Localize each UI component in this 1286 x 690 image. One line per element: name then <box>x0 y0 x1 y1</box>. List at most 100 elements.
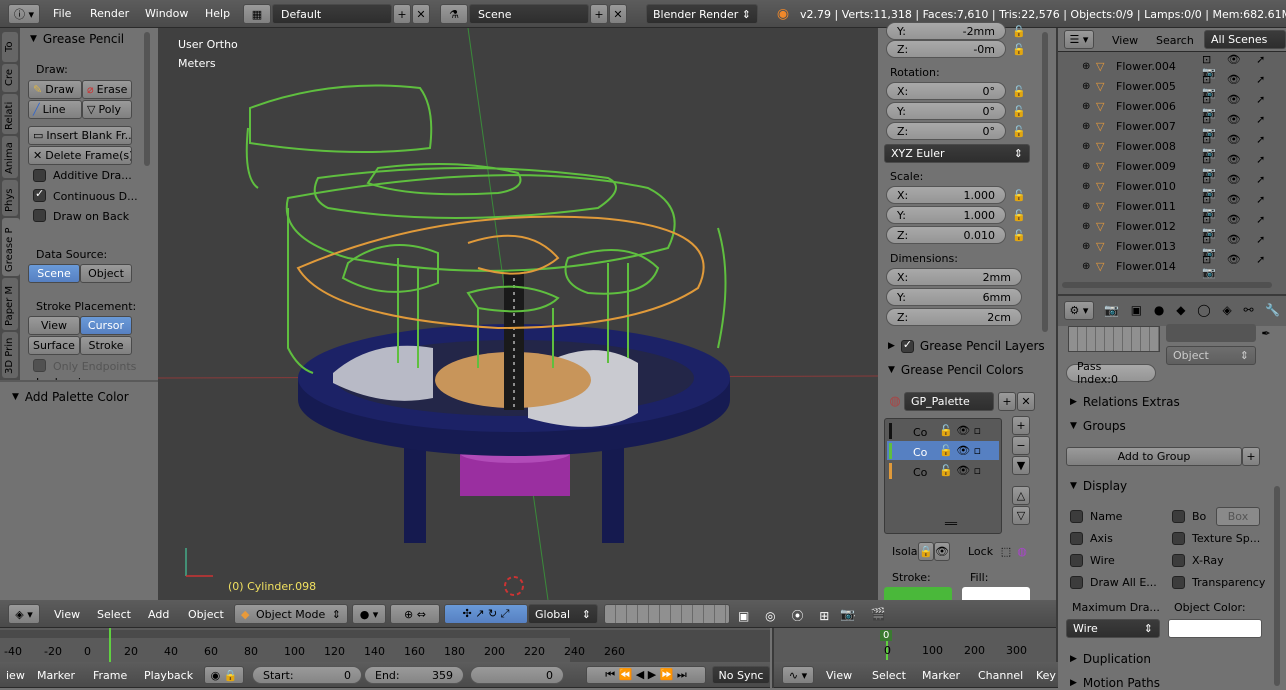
current-frame-field[interactable]: 0 <box>470 666 564 684</box>
pivot-select[interactable]: ⊕ ⇔ <box>390 604 440 624</box>
visibility-icons[interactable]: ⊡ 👁 ➚ 📷 <box>1202 253 1284 279</box>
list-item[interactable]: Co <box>913 426 927 439</box>
groups-header[interactable]: ▼ Groups <box>1070 419 1126 433</box>
lock-icon[interactable]: 🔓 <box>1010 102 1028 120</box>
layer-buttons[interactable] <box>604 604 730 624</box>
add-group-plus-button[interactable]: + <box>1242 447 1260 466</box>
dimension-z-field[interactable]: Z: 2cm <box>886 308 1022 326</box>
add-palette-button[interactable]: + <box>998 392 1016 411</box>
npanel-scrollbar[interactable] <box>1042 32 1048 332</box>
menu-help[interactable]: Help <box>205 7 230 20</box>
row-icons[interactable]: 🔓 👁 ▫ <box>939 464 981 477</box>
expand-icon[interactable]: ⊕ <box>1082 181 1090 192</box>
expand-icon[interactable]: ⊕ <box>1082 261 1090 272</box>
delete-frames-button[interactable]: ✕ Delete Frame(s) <box>28 146 132 165</box>
render-icons[interactable]: 📷 🎬 <box>840 607 892 621</box>
expand-icon[interactable]: ⊕ <box>1082 101 1090 112</box>
lock-icon[interactable]: 🔓 <box>1010 206 1028 224</box>
expand-icon[interactable]: ⊕ <box>1082 81 1090 92</box>
insert-blank-frame-button[interactable]: ▭ Insert Blank Fr... <box>28 126 132 145</box>
color-specials-button[interactable]: ▼ <box>1012 456 1030 475</box>
placement-stroke-button[interactable]: Stroke <box>80 336 132 355</box>
scale-x-field[interactable]: X: 1.000 <box>886 186 1006 204</box>
tab-tools[interactable]: To <box>2 32 18 62</box>
isolate-eye-button[interactable]: 👁 <box>934 542 950 561</box>
display-wire-checkbox[interactable] <box>1070 554 1083 567</box>
object-color-swatch[interactable] <box>1168 619 1262 638</box>
placement-cursor-button[interactable]: Cursor <box>80 316 132 335</box>
list-item[interactable]: Co <box>913 466 927 479</box>
bounds-type-select[interactable]: Box <box>1216 507 1260 526</box>
menu-channel[interactable]: Channel <box>978 669 1023 682</box>
expand-icon[interactable]: ⊕ <box>1082 241 1090 252</box>
menu-select[interactable]: Select <box>872 669 906 682</box>
remove-color-button[interactable]: − <box>1012 436 1030 455</box>
menu-marker[interactable]: Marker <box>922 669 960 682</box>
tab-create[interactable]: Cre <box>2 64 18 92</box>
palette-select[interactable]: GP_Palette <box>904 392 994 411</box>
data-source-object-button[interactable]: Object <box>80 264 132 283</box>
scale-z-field[interactable]: Z: 0.010 <box>886 226 1006 244</box>
add-to-group-button[interactable]: Add to Group <box>1066 447 1242 466</box>
sync-select[interactable]: No Sync <box>712 666 770 684</box>
properties-scrollbar[interactable] <box>1274 486 1280 686</box>
menu-render[interactable]: Render <box>90 7 129 20</box>
render-engine-select[interactable]: Blender Render ⇕ <box>646 4 758 24</box>
location-z-field[interactable]: Z: -0m <box>886 40 1006 58</box>
outliner-filter-select[interactable]: All Scenes <box>1204 30 1286 49</box>
orientation-select[interactable]: Global ⇕ <box>528 604 598 624</box>
add-color-button[interactable]: + <box>1012 416 1030 435</box>
3d-viewport[interactable]: User Ortho Meters (0) Cylinder.098 <box>158 28 878 600</box>
remove-layout-button[interactable]: ✕ <box>412 4 430 24</box>
start-frame-field[interactable]: Start: 0 <box>252 666 362 684</box>
pointer-icon[interactable]: ⬚ <box>998 542 1014 560</box>
menu-playback[interactable]: Playback <box>144 669 193 682</box>
gp-layers-checkbox[interactable] <box>900 338 914 353</box>
menu-select[interactable]: Select <box>97 608 131 621</box>
erase-button[interactable]: ⌀ Erase <box>82 80 132 99</box>
line-button[interactable]: ╱ Line <box>28 100 82 119</box>
menu-search[interactable]: Search <box>1156 34 1194 47</box>
outliner-scrollbar[interactable] <box>1062 282 1272 288</box>
draw-on-back-checkbox[interactable] <box>33 209 46 222</box>
expand-icon[interactable]: ⊕ <box>1082 61 1090 72</box>
row-icons[interactable]: 🔓 👁 ▫ <box>939 424 981 437</box>
list-item[interactable]: Co <box>913 446 927 459</box>
menu-view[interactable]: View <box>54 608 80 621</box>
display-axis-checkbox[interactable] <box>1070 532 1083 545</box>
additive-drawing-checkbox[interactable] <box>33 169 46 182</box>
display-bounds-checkbox[interactable] <box>1172 510 1185 523</box>
layout-select[interactable]: Default <box>272 4 392 24</box>
stroke-color-swatch[interactable] <box>884 587 952 601</box>
tab-paper-model[interactable]: Paper M <box>2 278 18 330</box>
current-frame-marker[interactable] <box>109 628 111 662</box>
lock-icon[interactable]: 🔓 <box>1010 82 1028 100</box>
context-tab-icons[interactable]: 📷 ▣ ● ◆ ◯ ◈ ⚯ 🔧 ⚙ ◉ <box>1104 303 1286 317</box>
location-y-field[interactable]: Y: -2mm <box>886 22 1006 40</box>
tab-3d-print[interactable]: 3D Prin <box>2 332 18 378</box>
tab-animation[interactable]: Anima <box>2 136 18 178</box>
menu-frame[interactable]: Frame <box>93 669 127 682</box>
menu-window[interactable]: Window <box>145 7 188 20</box>
lock-icon[interactable]: 🔓 <box>1010 122 1028 140</box>
row-icons[interactable]: 🔓 👁 ▫ <box>939 444 981 457</box>
relations-extras-header[interactable]: ▶ Relations Extras <box>1070 395 1180 409</box>
menu-key[interactable]: Key <box>1036 669 1056 682</box>
expand-icon[interactable]: ⊕ <box>1082 221 1090 232</box>
eyedropper-icon[interactable]: ✒ <box>1258 324 1274 342</box>
draw-button[interactable]: ✎ Draw <box>28 80 82 99</box>
remove-scene-button[interactable]: ✕ <box>609 4 627 24</box>
placement-surface-button[interactable]: Surface <box>28 336 80 355</box>
mode-select[interactable]: ◆ Object Mode ⇕ <box>234 604 348 624</box>
pass-index-field[interactable]: Pass Index:0 <box>1066 360 1156 386</box>
viewport-editor-type-button[interactable]: ◈ ▾ <box>8 604 40 624</box>
only-endpoints-checkbox[interactable] <box>33 359 46 372</box>
poly-button[interactable]: ▽ Poly <box>82 100 132 119</box>
data-source-scene-button[interactable]: Scene <box>28 264 80 283</box>
toolshelf-scrollbar[interactable] <box>144 32 150 166</box>
timeline-scrollbar[interactable] <box>0 630 770 638</box>
info-editor-type-button[interactable]: ⓘ ▾ <box>8 4 40 24</box>
texture-space-checkbox[interactable] <box>1172 532 1185 545</box>
isolate-lock-button[interactable]: 🔒 <box>918 542 934 561</box>
menu-view[interactable]: iew <box>6 669 25 682</box>
